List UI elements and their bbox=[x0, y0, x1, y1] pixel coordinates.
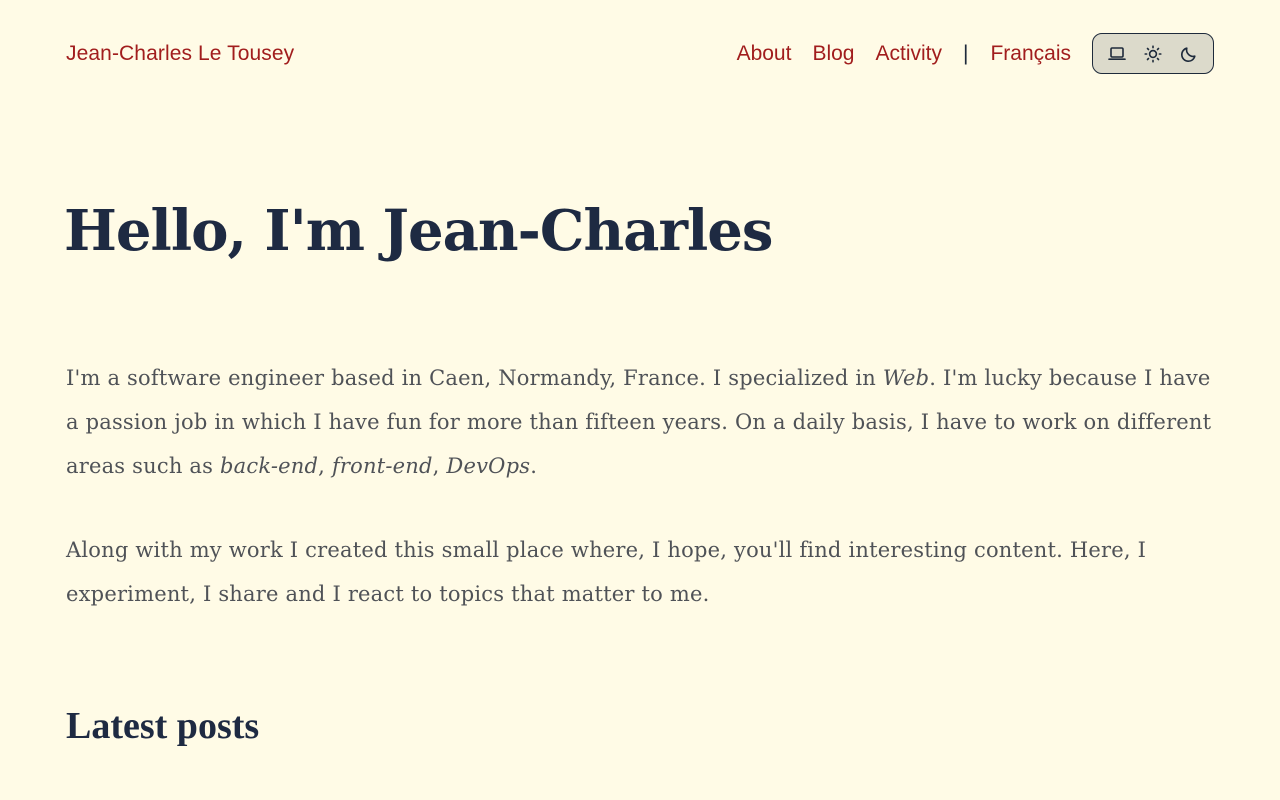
intro-emphasis-devops: DevOps bbox=[446, 454, 531, 478]
laptop-icon bbox=[1108, 46, 1126, 60]
intro-text: . bbox=[530, 454, 538, 478]
theme-switcher bbox=[1092, 33, 1214, 74]
intro-text: I'm a software engineer based in Caen, N… bbox=[66, 366, 883, 390]
intro-text: , bbox=[318, 454, 332, 478]
latest-posts-title: Latest posts bbox=[66, 705, 260, 747]
sun-icon bbox=[1144, 44, 1162, 63]
site-header: Jean-Charles Le Tousey About Blog Activi… bbox=[66, 32, 1214, 75]
nav-about[interactable]: About bbox=[737, 42, 792, 66]
intro-paragraph-1: I'm a software engineer based in Caen, N… bbox=[66, 356, 1216, 488]
theme-dark-button[interactable] bbox=[1174, 39, 1204, 69]
nav-language-switch[interactable]: Français bbox=[990, 42, 1071, 66]
intro-text: , bbox=[432, 454, 447, 478]
nav-separator: | bbox=[963, 41, 969, 65]
site-title-link[interactable]: Jean-Charles Le Tousey bbox=[66, 42, 294, 66]
nav-activity[interactable]: Activity bbox=[875, 42, 942, 66]
main-nav: About Blog Activity | Français bbox=[737, 33, 1214, 74]
hero-title: Hello, I'm Jean-Charles bbox=[64, 198, 773, 264]
nav-blog[interactable]: Blog bbox=[812, 42, 854, 66]
intro-emphasis-web: Web bbox=[882, 366, 930, 390]
intro-emphasis-backend: back-end bbox=[220, 454, 319, 478]
moon-icon bbox=[1181, 46, 1196, 62]
theme-system-button[interactable] bbox=[1102, 39, 1132, 69]
intro-emphasis-frontend: front-end bbox=[331, 454, 433, 478]
theme-light-button[interactable] bbox=[1138, 39, 1168, 69]
intro-paragraph-2: Along with my work I created this small … bbox=[66, 538, 1147, 606]
